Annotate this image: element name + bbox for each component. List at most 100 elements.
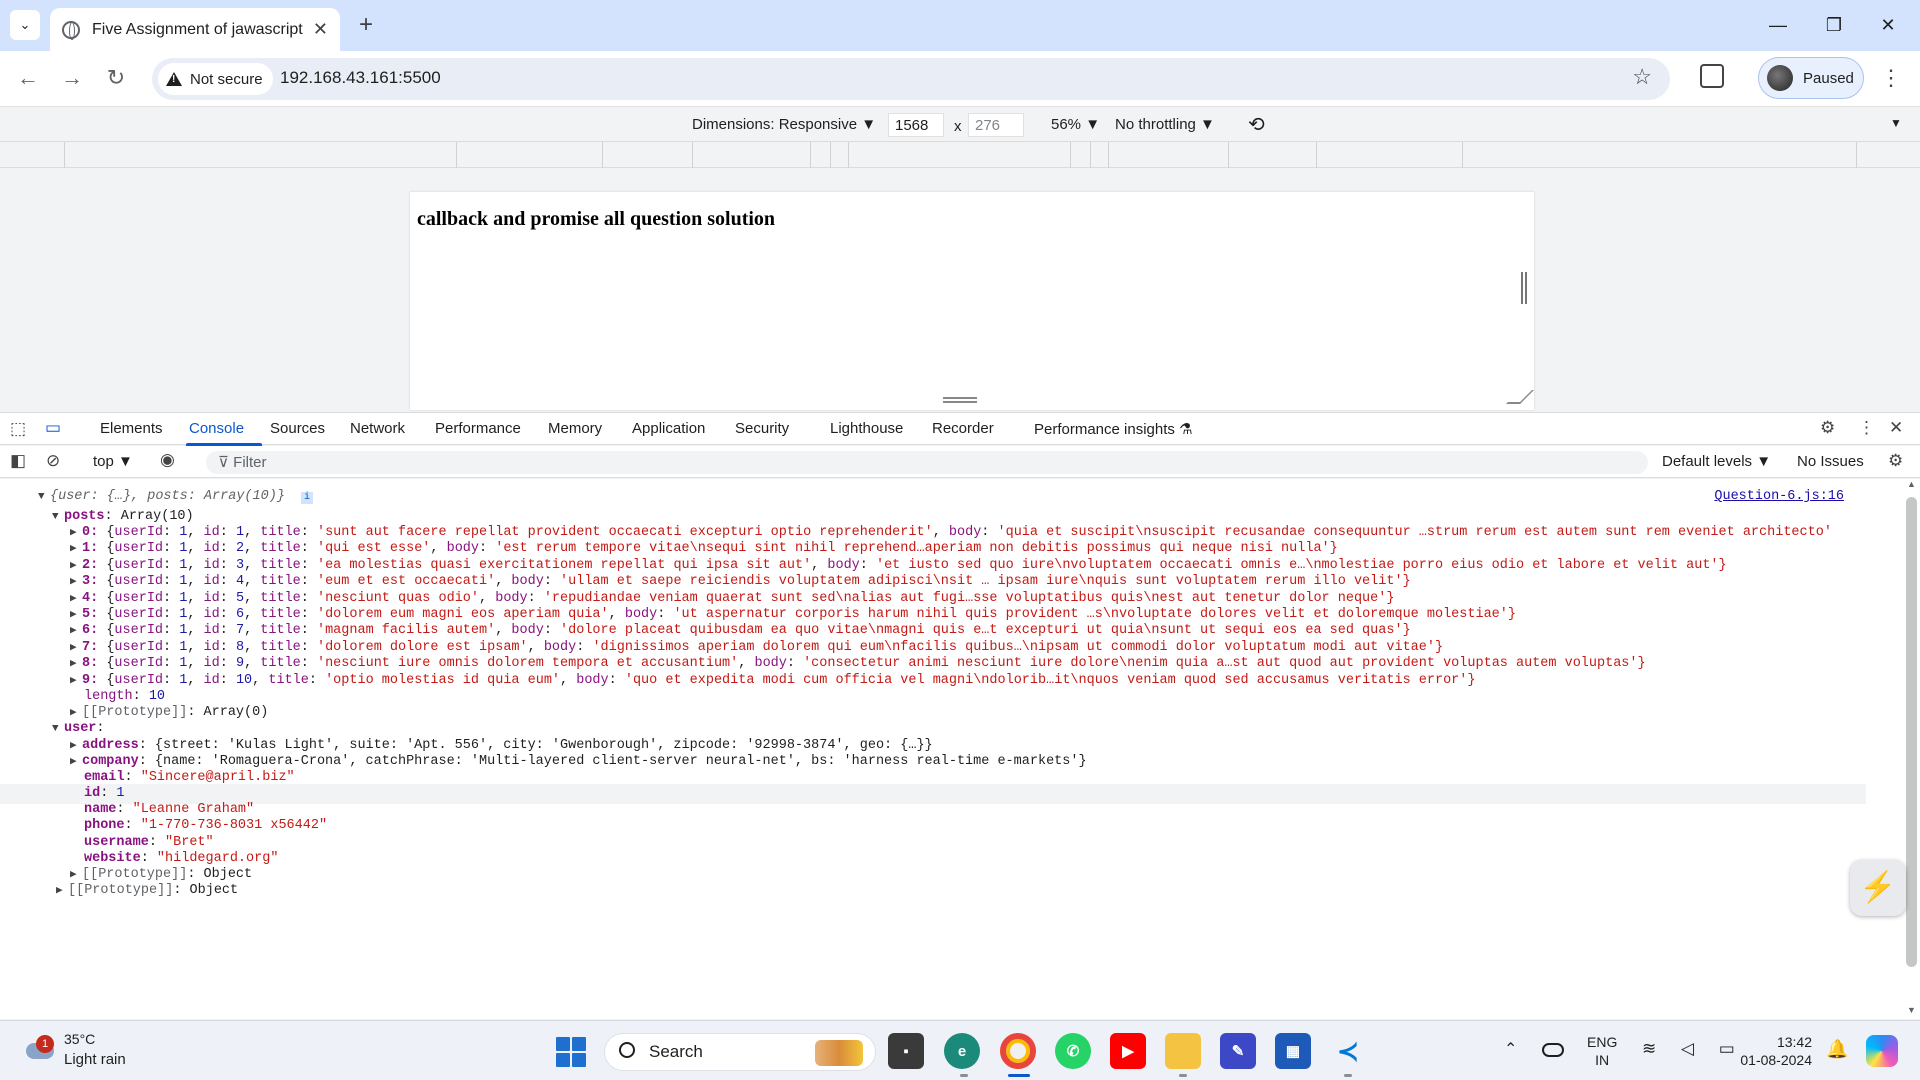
clock-time: 13:42 xyxy=(1776,1034,1812,1050)
expand-arrow-icon[interactable]: ▼ xyxy=(52,719,64,739)
throttling-select[interactable]: No throttling ▼ xyxy=(1115,116,1215,133)
taskbar-search[interactable]: Search xyxy=(604,1033,876,1071)
tab-sources[interactable]: Sources xyxy=(270,420,325,437)
notification-bell-icon[interactable]: 🔔 xyxy=(1826,1039,1848,1060)
more-menu-icon[interactable]: ⋮ xyxy=(1880,65,1902,91)
search-highlight-image xyxy=(815,1040,863,1066)
clear-console-icon[interactable]: ⊘ xyxy=(46,451,60,471)
dimensions-select[interactable]: Dimensions: Responsive ▼ xyxy=(692,116,876,133)
resize-handle-bottom[interactable] xyxy=(943,397,977,403)
filter-placeholder: Filter xyxy=(233,454,267,471)
clock-date: 01-08-2024 xyxy=(1740,1052,1812,1068)
sidebar-toggle-icon[interactable]: ◧ xyxy=(10,451,26,471)
wifi-volume-battery-icons[interactable]: ≋ ◁ ▭ xyxy=(1642,1039,1745,1059)
collapse-arrow-icon[interactable]: ▶ xyxy=(70,752,82,772)
expand-arrow-icon[interactable]: ▼ xyxy=(38,487,50,507)
issues-button[interactable]: No Issues xyxy=(1797,453,1864,470)
writing-app-icon[interactable]: ✎ xyxy=(1220,1033,1256,1069)
close-tab-icon[interactable]: ✕ xyxy=(313,19,328,40)
back-icon[interactable]: ← xyxy=(12,63,44,95)
height-input[interactable]: 276 xyxy=(968,113,1024,137)
tab-elements[interactable]: Elements xyxy=(100,420,163,437)
tab-search-button[interactable]: ⌄ xyxy=(10,10,40,40)
post-row[interactable]: ▶ 9: {userId: 1, id: 10, title: 'optio mo… xyxy=(70,671,1475,691)
chevron-down-icon: ⌄ xyxy=(19,17,31,32)
tab-recorder[interactable]: Recorder xyxy=(932,420,994,437)
resize-handle-right[interactable] xyxy=(1521,272,1527,304)
globe-icon xyxy=(62,20,80,40)
tab-lighthouse[interactable]: Lighthouse xyxy=(830,420,903,437)
security-chip[interactable]: Not secure xyxy=(158,63,273,95)
page-title: callback and promise all question soluti… xyxy=(417,208,776,230)
new-tab-button[interactable]: + xyxy=(352,12,380,40)
tab-title: Five Assignment of jawascript xyxy=(92,20,303,38)
restore-icon[interactable]: ❐ xyxy=(1814,10,1854,40)
show-hidden-icons-icon[interactable]: ⌃ xyxy=(1504,1039,1517,1059)
edge-icon[interactable]: e xyxy=(944,1033,980,1069)
rotate-icon[interactable]: ⟲ xyxy=(1248,112,1265,137)
tab-application[interactable]: Application xyxy=(632,420,705,437)
file-explorer-icon[interactable] xyxy=(1165,1033,1201,1069)
minimize-icon[interactable]: — xyxy=(1758,10,1798,40)
copilot-icon[interactable] xyxy=(1866,1035,1898,1067)
zoom-select[interactable]: 56% ▼ xyxy=(1051,116,1100,133)
vscode-icon[interactable]: ≺ xyxy=(1330,1033,1366,1069)
address-value: {street: 'Kulas Light', suite: 'Apt. 556… xyxy=(154,738,933,753)
floating-lightning-button[interactable]: ⚡ xyxy=(1850,860,1906,916)
console-scrollbar[interactable]: ▲ ▼ xyxy=(1902,479,1920,1019)
tab-performance-insights[interactable]: Performance insights ⚗ xyxy=(1034,420,1193,438)
collapse-arrow-icon[interactable]: ▶ xyxy=(70,671,82,691)
device-toolbar: Dimensions: Responsive ▼ 1568 x 276 56% … xyxy=(0,108,1920,142)
store-icon[interactable]: ▦ xyxy=(1275,1033,1311,1069)
profile-button[interactable]: Paused xyxy=(1758,57,1864,99)
tab-network[interactable]: Network xyxy=(350,420,405,437)
language-indicator[interactable]: ENG IN xyxy=(1587,1033,1617,1069)
youtube-icon[interactable]: ▶ xyxy=(1110,1033,1146,1069)
console-output: Question-6.js:16 ▼ {user: {…}, posts: Arr… xyxy=(0,479,1902,1019)
expand-arrow-icon[interactable]: ▼ xyxy=(52,507,64,527)
profile-status: Paused xyxy=(1803,69,1854,87)
live-expression-eye-icon[interactable]: ◉ xyxy=(160,450,175,470)
onedrive-icon[interactable] xyxy=(1542,1043,1564,1057)
weather-icon[interactable]: 1 xyxy=(22,1035,56,1063)
tab-console[interactable]: Console xyxy=(189,420,244,437)
width-input[interactable]: 1568 xyxy=(888,113,944,137)
address-bar[interactable]: Not secure 192.168.43.161:5500 ☆ xyxy=(152,58,1670,100)
log-levels-select[interactable]: Default levels ▼ xyxy=(1662,453,1771,470)
context-select[interactable]: top ▼ xyxy=(93,453,133,470)
active-tab[interactable]: Five Assignment of jawascript ✕ xyxy=(50,8,340,51)
system-clock[interactable]: 13:42 01-08-2024 xyxy=(1734,1033,1812,1069)
chrome-icon[interactable] xyxy=(1000,1033,1036,1069)
task-view-icon[interactable]: ▪ xyxy=(888,1033,924,1069)
root-prototype-row[interactable]: ▶ [[Prototype]]: Object xyxy=(56,881,238,901)
device-menu-icon[interactable]: ▼ xyxy=(1890,116,1902,130)
devtools-menu-icon[interactable]: ⋮ xyxy=(1858,418,1875,438)
info-icon[interactable]: i xyxy=(301,492,314,504)
extensions-icon[interactable] xyxy=(1700,64,1724,88)
inspect-element-icon[interactable]: ⬚ xyxy=(10,419,26,439)
scrollbar-thumb[interactable] xyxy=(1906,497,1917,967)
close-window-icon[interactable]: ✕ xyxy=(1868,10,1908,40)
device-toggle-icon[interactable]: ▭ xyxy=(45,418,61,438)
forward-icon[interactable]: → xyxy=(56,63,88,95)
source-link[interactable]: Question-6.js:16 xyxy=(1714,489,1844,504)
whatsapp-icon[interactable]: ✆ xyxy=(1055,1033,1091,1069)
browser-tab-strip: ⌄ Five Assignment of jawascript ✕ + — ❐ … xyxy=(0,0,1920,51)
windows-start-icon[interactable] xyxy=(556,1037,586,1067)
settings-gear-icon[interactable]: ⚙ xyxy=(1820,418,1835,438)
tab-security[interactable]: Security xyxy=(735,420,789,437)
tab-performance[interactable]: Performance xyxy=(435,420,521,437)
weather-condition: Light rain xyxy=(64,1051,126,1068)
media-query-ruler[interactable] xyxy=(0,142,1920,168)
console-settings-icon[interactable]: ⚙ xyxy=(1888,451,1903,471)
filter-input[interactable]: ⊽ Filter xyxy=(206,451,1648,474)
root-object-row[interactable]: ▼ {user: {…}, posts: Array(10)} i xyxy=(38,487,314,507)
url-text[interactable]: 192.168.43.161:5500 xyxy=(280,68,441,88)
reload-icon[interactable]: ↻ xyxy=(100,63,132,95)
tab-memory[interactable]: Memory xyxy=(548,420,602,437)
windows-taskbar: 1 35°C Light rain Search ▪ e ✆ ▶ ✎ ▦ ≺ ⌃… xyxy=(0,1020,1920,1080)
close-devtools-icon[interactable]: ✕ xyxy=(1889,418,1903,438)
company-value: {name: 'Romaguera-Crona', catchPhrase: '… xyxy=(154,754,1087,769)
bookmark-star-icon[interactable]: ☆ xyxy=(1632,64,1652,90)
collapse-arrow-icon[interactable]: ▶ xyxy=(56,881,68,901)
